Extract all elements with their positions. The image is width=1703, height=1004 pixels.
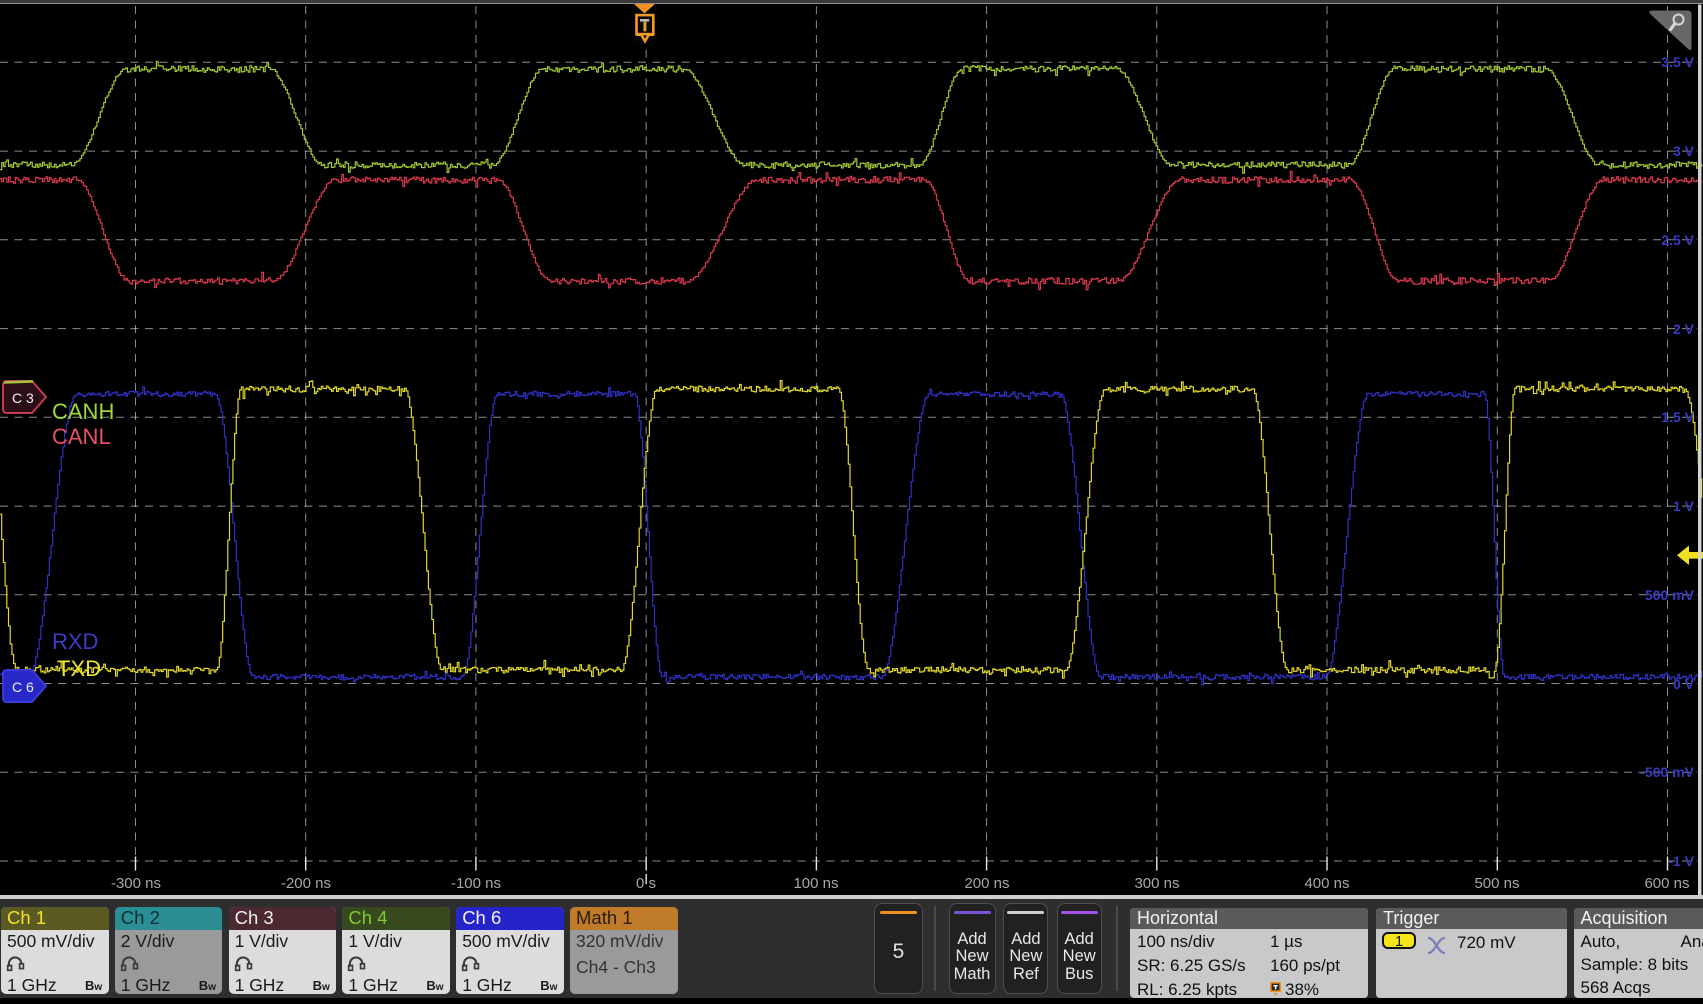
- svg-text:0 V: 0 V: [1673, 676, 1695, 692]
- svg-text:CANH: CANH: [52, 399, 114, 424]
- svg-text:1 V: 1 V: [1673, 498, 1695, 514]
- svg-text:3 V: 3 V: [1673, 143, 1695, 159]
- svg-text:2 V: 2 V: [1673, 321, 1695, 337]
- svg-text:100 ns: 100 ns: [793, 875, 838, 892]
- svg-text:400 ns: 400 ns: [1304, 875, 1349, 892]
- svg-text:RXD: RXD: [52, 629, 98, 654]
- svg-text:-100 ns: -100 ns: [451, 875, 501, 892]
- svg-text:300 ns: 300 ns: [1134, 875, 1179, 892]
- svg-text:C 6: C 6: [12, 679, 34, 695]
- svg-text:1.5 V: 1.5 V: [1661, 409, 1694, 425]
- svg-text:-500 mV: -500 mV: [1640, 764, 1694, 780]
- svg-text:C 3: C 3: [12, 390, 34, 406]
- svg-text:2.5 V: 2.5 V: [1661, 232, 1694, 248]
- svg-text:200 ns: 200 ns: [964, 875, 1009, 892]
- svg-text:500 ns: 500 ns: [1474, 875, 1519, 892]
- svg-text:CANL: CANL: [52, 424, 111, 449]
- svg-text:-1 V: -1 V: [1668, 853, 1694, 869]
- svg-text:-300 ns: -300 ns: [111, 875, 161, 892]
- svg-text:-200 ns: -200 ns: [281, 875, 331, 892]
- svg-text:TXD: TXD: [57, 656, 101, 681]
- svg-text:3.5 V: 3.5 V: [1661, 54, 1694, 70]
- svg-text:600 ns: 600 ns: [1644, 875, 1689, 892]
- svg-text:500 mV: 500 mV: [1645, 587, 1695, 603]
- svg-text:0 s: 0 s: [636, 875, 656, 892]
